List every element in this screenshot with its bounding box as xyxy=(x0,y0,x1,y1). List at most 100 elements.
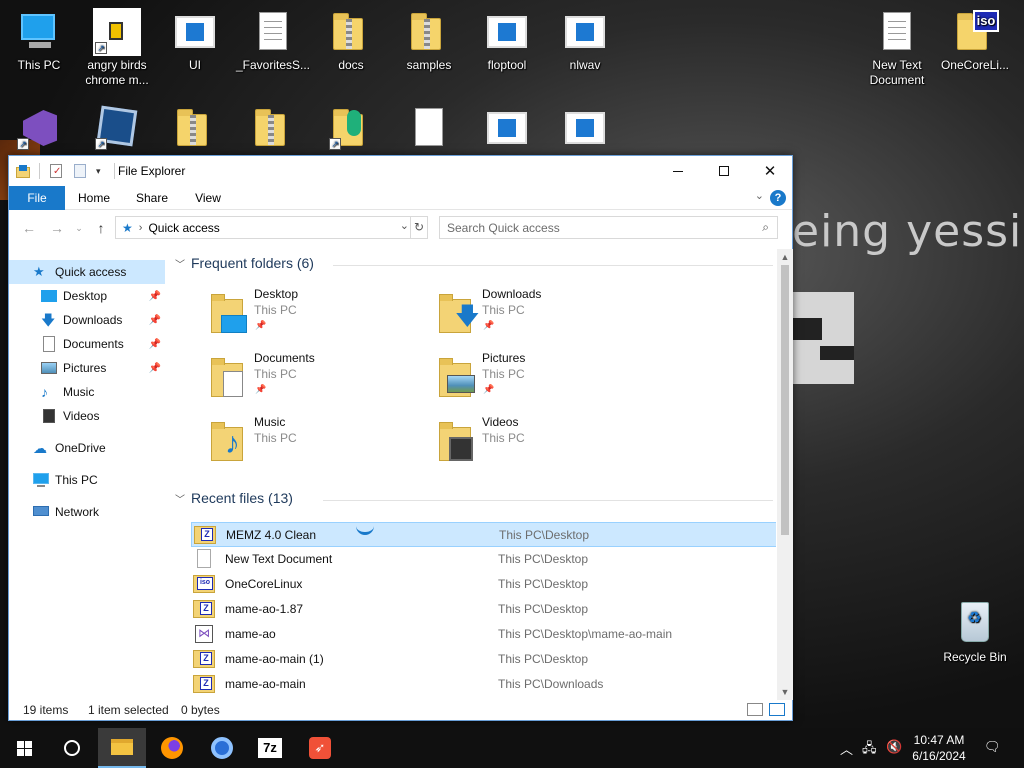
recent-file-row[interactable]: New Text Document This PC\Desktop xyxy=(191,547,776,572)
taskbar-7zip[interactable]: 7z xyxy=(246,728,294,768)
item-count: 19 items xyxy=(23,703,69,717)
pin-icon[interactable]: 📌 xyxy=(149,339,161,350)
details-view-icon[interactable] xyxy=(747,703,763,716)
recent-file-row[interactable]: MEMZ 4.0 Clean This PC\Desktop xyxy=(191,522,776,547)
desktop-icon-application[interactable] xyxy=(546,104,624,154)
nav-item-documents[interactable]: Documents 📌 xyxy=(9,332,165,356)
recent-file-row[interactable]: mame-ao-1.87 This PC\Desktop xyxy=(191,597,776,622)
title-bar[interactable]: ✓ ▾ File Explorer ✕ xyxy=(9,156,792,186)
taskbar-firefox[interactable] xyxy=(148,728,196,768)
recent-file-row[interactable]: mame-ao-main (1) This PC\Desktop xyxy=(191,647,776,672)
desktop-icon-nlwav[interactable]: nlwav xyxy=(546,8,624,73)
scroll-up-arrow-icon[interactable]: ▲ xyxy=(777,249,793,265)
folder-icon[interactable] xyxy=(15,163,31,179)
maximize-button[interactable] xyxy=(701,156,747,186)
tab-view[interactable]: View xyxy=(183,186,233,210)
search-icon[interactable]: ⌕ xyxy=(762,220,769,235)
pin-icon[interactable]: 📌 xyxy=(149,291,161,302)
taskbar-swift-app[interactable]: ➶ xyxy=(296,728,344,768)
tab-home[interactable]: Home xyxy=(69,186,119,210)
chevron-right-icon[interactable]: › xyxy=(139,222,143,234)
desktop-icon-application[interactable] xyxy=(468,104,546,154)
volume-muted-icon[interactable]: 🔇 xyxy=(886,739,902,755)
search-button[interactable] xyxy=(48,728,96,768)
pictures-icon xyxy=(41,360,57,376)
system-clock[interactable]: 10:47 AM 6/16/2024 xyxy=(905,732,973,764)
file-explorer-window[interactable]: ✓ ▾ File Explorer ✕ File Home Share View… xyxy=(8,155,793,721)
minimize-button[interactable] xyxy=(655,156,701,186)
forward-button[interactable]: → xyxy=(47,218,67,238)
desktop-icon-installer[interactable]: ↗ xyxy=(312,104,390,154)
nav-item-quick-access[interactable]: ★ Quick access xyxy=(9,260,165,284)
group-header-recent[interactable]: ﹀ Recent files (13) xyxy=(175,490,293,506)
desktop-icon-ui[interactable]: UI xyxy=(156,8,234,73)
desktop-icon-docs[interactable]: docs xyxy=(312,8,390,73)
taskbar-file-explorer[interactable] xyxy=(98,728,146,768)
nav-item-onedrive[interactable]: ☁ OneDrive xyxy=(9,436,165,460)
chevron-down-icon[interactable]: ⌄ xyxy=(400,219,409,232)
frequent-folder-documents[interactable]: Documents This PC 📌 xyxy=(209,351,429,411)
nav-item-downloads[interactable]: 🡇 Downloads 📌 xyxy=(9,308,165,332)
chevron-down-icon[interactable]: ﹀ xyxy=(175,491,185,506)
frequent-folder-downloads[interactable]: 🡇 Downloads This PC 📌 xyxy=(437,287,657,347)
frequent-folder-pictures[interactable]: Pictures This PC 📌 xyxy=(437,351,657,411)
recent-file-row[interactable]: mame-ao-main This PC\Downloads xyxy=(191,672,776,697)
properties-icon[interactable]: ✓ xyxy=(48,163,64,179)
desktop-icon-visual-studio[interactable]: ↗ xyxy=(0,104,78,154)
desktop-icon-blank-file[interactable] xyxy=(390,104,468,154)
desktop-icon-recycle-bin[interactable]: Recycle Bin xyxy=(936,600,1014,665)
taskbar-chrome[interactable] xyxy=(198,728,246,768)
pin-icon[interactable]: 📌 xyxy=(149,363,161,374)
desktop-icon-angry-birds[interactable]: ↗ angry birds chrome m... xyxy=(78,8,156,88)
start-button[interactable] xyxy=(0,728,48,768)
up-button[interactable]: ↑ xyxy=(91,218,111,238)
nav-item-videos[interactable]: Videos xyxy=(9,404,165,428)
search-box[interactable]: ⌕ xyxy=(439,216,778,239)
frequent-folder-videos[interactable]: Videos This PC xyxy=(437,415,657,475)
desktop-icon-this-pc[interactable]: This PC xyxy=(0,8,78,73)
frequent-folder-music[interactable]: ♪ Music This PC xyxy=(209,415,429,475)
desktop-icon-label: OneCoreLi... xyxy=(940,58,1010,72)
desktop-icon-virtualbox[interactable]: ↗ xyxy=(78,104,156,154)
refresh-button[interactable]: ↻ xyxy=(410,217,427,238)
address-bar[interactable]: ★ › Quick access ⌄ ↻ xyxy=(115,216,428,239)
vertical-scrollbar[interactable]: ▲ ▼ xyxy=(777,249,793,700)
notification-icon[interactable]: 🗨 xyxy=(984,739,1001,755)
recent-file-row[interactable]: OneCoreLinux This PC\Desktop xyxy=(191,572,776,597)
chevron-up-icon[interactable]: ︿ xyxy=(840,739,853,758)
search-input[interactable] xyxy=(447,217,747,238)
desktop-icon-new-text-document[interactable]: New Text Document xyxy=(858,8,936,88)
desktop-icon-zip-folder[interactable] xyxy=(234,104,312,154)
customize-toolbar-icon[interactable]: ▾ xyxy=(96,163,106,179)
pin-icon[interactable]: 📌 xyxy=(149,315,161,326)
recent-file-row[interactable]: mame-ao This PC\Desktop\mame-ao-main xyxy=(191,622,776,647)
desktop-icon-samples[interactable]: samples xyxy=(390,8,468,73)
network-status-icon[interactable]: 🖧 xyxy=(862,739,877,761)
expand-ribbon-icon[interactable]: ⌄ xyxy=(755,189,764,202)
address-path[interactable]: Quick access xyxy=(148,221,219,235)
nav-item-network[interactable]: Network xyxy=(9,500,165,524)
nav-item-this-pc[interactable]: This PC xyxy=(9,468,165,492)
scroll-down-arrow-icon[interactable]: ▼ xyxy=(777,684,793,700)
large-icons-view-icon[interactable] xyxy=(769,703,785,716)
new-folder-icon[interactable] xyxy=(72,163,88,179)
desktop-icon-zip-folder[interactable] xyxy=(156,104,234,154)
close-button[interactable]: ✕ xyxy=(747,156,793,186)
nav-item-pictures[interactable]: Pictures 📌 xyxy=(9,356,165,380)
tab-file[interactable]: File xyxy=(9,186,65,210)
desktop-icon-floptool[interactable]: floptool xyxy=(468,8,546,73)
chevron-down-icon[interactable]: ﹀ xyxy=(175,256,185,271)
back-button[interactable]: ← xyxy=(19,218,39,238)
desktop-icon-label: nlwav xyxy=(569,58,601,72)
nav-item-music[interactable]: ♪ Music xyxy=(9,380,165,404)
help-button[interactable]: ? xyxy=(770,190,786,206)
wallpaper-text: eing yessir xyxy=(792,206,1024,257)
nav-item-desktop[interactable]: Desktop 📌 xyxy=(9,284,165,308)
recent-locations-button[interactable]: ⌄ xyxy=(69,218,89,238)
scrollbar-thumb[interactable] xyxy=(781,265,789,535)
group-header-frequent[interactable]: ﹀ Frequent folders (6) xyxy=(175,255,314,271)
frequent-folder-desktop[interactable]: Desktop This PC 📌 xyxy=(209,287,429,347)
desktop-icon-onecore[interactable]: iso OneCoreLi... xyxy=(936,8,1014,73)
desktop-icon-favorites[interactable]: _FavoritesS... xyxy=(234,8,312,73)
tab-share[interactable]: Share xyxy=(127,186,177,210)
